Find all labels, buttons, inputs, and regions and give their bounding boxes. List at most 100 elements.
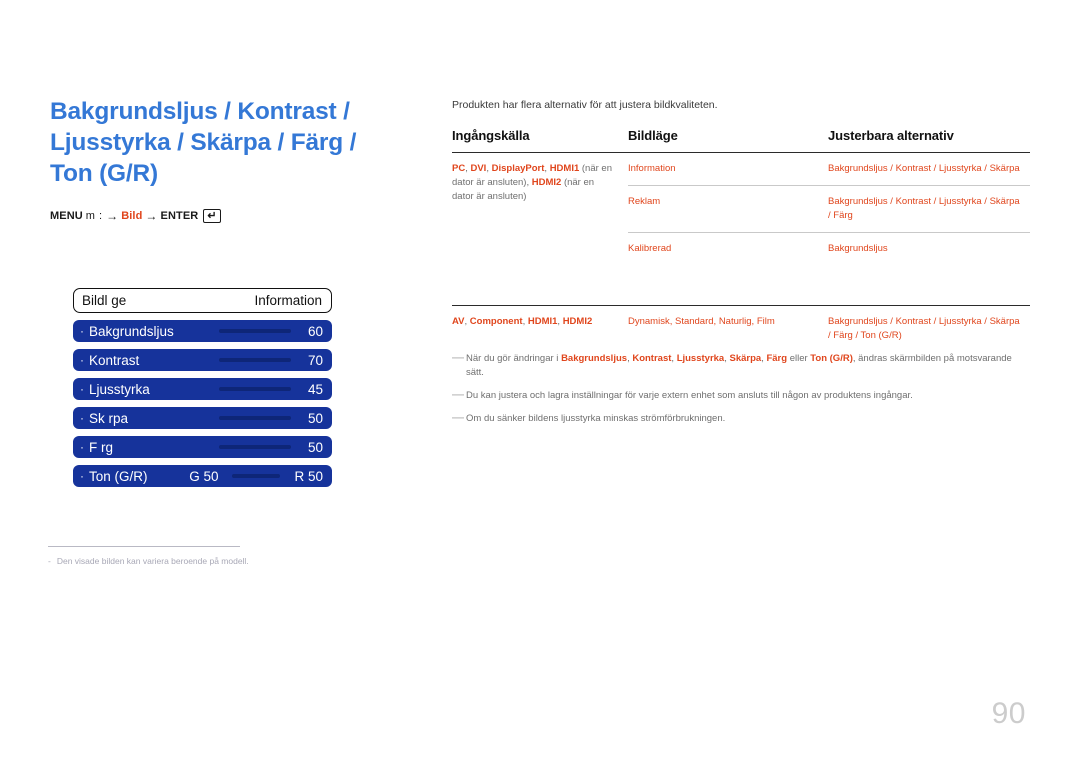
osd-bullet-icon: ·: [80, 411, 84, 425]
osd-slider[interactable]: [219, 445, 291, 449]
table-head: Ingångskälla Bildläge Justerbara alterna…: [452, 128, 1030, 153]
keyword-token: HDMI1: [527, 316, 558, 327]
keyword-token: HDMI1: [549, 163, 580, 174]
plain-token: Du kan justera och lagra inställningar f…: [466, 390, 913, 401]
menu-path: MENU m : → Bild → ENTER ↵: [50, 209, 405, 223]
osd-row-label: Kontrast: [89, 352, 140, 368]
footnote-divider: [48, 546, 240, 547]
osd-row[interactable]: · Ton (G/R) G 50 R 50: [73, 465, 332, 487]
osd-row[interactable]: · F rg 50: [73, 436, 332, 458]
keyword-token: Ton (G/R): [810, 353, 853, 364]
osd-row-value: 70: [307, 352, 323, 368]
keyword-token: DVI: [470, 163, 487, 174]
right-column: Produkten har flera alternativ för att j…: [452, 98, 1030, 352]
osd-header-row: Bildl ge Information: [73, 288, 332, 313]
osd-row-value: 45: [307, 381, 323, 397]
menu-path-menu-label: MENU: [50, 210, 83, 222]
menu-path-target: Bild: [121, 210, 143, 222]
osd-bullet-icon: ·: [80, 469, 84, 483]
manual-page: Bakgrundsljus / Kontrast / Ljusstyrka / …: [0, 0, 1080, 763]
keyword-token: Kontrast: [632, 353, 672, 364]
keyword-token: HDMI2: [562, 316, 593, 327]
note-text: När du gör ändringar i Bakgrundsljus, Ko…: [466, 352, 1032, 380]
keyword-token: Färg: [766, 353, 788, 364]
picture-options-table: Ingångskälla Bildläge Justerbara alterna…: [452, 128, 1030, 352]
note-item: — Om du sänker bildens ljusstyrka minskas…: [452, 410, 1032, 426]
plain-token: eller: [787, 353, 811, 364]
osd-row[interactable]: · Sk rpa 50: [73, 407, 332, 429]
keyword-token: Component: [469, 316, 523, 327]
osd-row-label: Ton (G/R): [89, 468, 148, 484]
osd-slider[interactable]: [219, 387, 291, 391]
keyword-token: PC: [452, 163, 466, 174]
osd-row-list: · Bakgrundsljus 60 · Kontrast 70 · Ljusstyrka 45…: [73, 320, 332, 487]
left-footnote: - Den visade bilden kan variera beroende…: [48, 546, 348, 567]
table-header-row: Ingångskälla Bildläge Justerbara alterna…: [452, 128, 1030, 153]
cell-picture-mode: Information: [628, 152, 828, 186]
column-header-adjustable-options: Justerbara alternativ: [828, 128, 954, 143]
notes-list: — När du gör ändringar i Bakgrundsljus, K…: [452, 350, 1032, 435]
cell-adjustable-options: Bakgrundsljus / Kontrast / Ljusstyrka / …: [828, 305, 1030, 352]
footnote-text-wrap: - Den visade bilden kan variera beroende…: [48, 555, 348, 567]
osd-bullet-icon: ·: [80, 440, 84, 454]
page-title: Bakgrundsljus / Kontrast / Ljusstyrka / …: [50, 98, 357, 187]
osd-bullet-icon: ·: [80, 324, 84, 338]
osd-bullet-icon: ·: [80, 382, 84, 396]
table-row: PC, DVI, DisplayPort, HDMI1 (när en dato…: [452, 152, 1030, 265]
note-dash-icon: —: [452, 387, 464, 401]
note-item: — När du gör ändringar i Bakgrundsljus, K…: [452, 350, 1032, 380]
osd-row-value: 60: [307, 323, 323, 339]
cell-picture-mode: Reklam: [628, 185, 828, 233]
osd-row-label: Ljusstyrka: [89, 381, 150, 397]
enter-key-icon: ↵: [203, 209, 221, 223]
spacer-cell: [452, 265, 1030, 306]
note-dash-icon: —: [452, 350, 464, 364]
osd-row[interactable]: · Kontrast 70: [73, 349, 332, 371]
cell-picture-mode: Dynamisk, Standard, Naturlig, Film: [628, 305, 828, 352]
osd-menu-mockup: Bildl ge Information · Bakgrundsljus 60 · Ko…: [73, 288, 332, 487]
cell-input-source: AV, Component, HDMI1, HDMI2: [452, 305, 628, 352]
note-text: Om du sänker bildens ljusstyrka minskas …: [466, 412, 1032, 426]
keyword-token: Ljusstyrka: [676, 353, 725, 364]
table-body: PC, DVI, DisplayPort, HDMI1 (när en dato…: [452, 152, 1030, 352]
osd-row-label: F rg: [89, 439, 114, 455]
arrow-right-icon: →: [106, 209, 119, 223]
table-group-spacer: [452, 265, 1030, 306]
cell-adjustable-options: Bakgrundsljus: [828, 232, 1030, 265]
column-header-picture-mode: Bildläge: [628, 128, 678, 143]
keyword-token: HDMI2: [531, 177, 562, 188]
footnote-text: Den visade bilden kan variera beroende p…: [56, 556, 249, 566]
note-dash-icon: —: [452, 410, 464, 424]
table-row: AV, Component, HDMI1, HDMI2 Dynamisk, Sta…: [452, 305, 1030, 352]
osd-row-value: R 50: [294, 468, 323, 484]
note-text: Du kan justera och lagra inställningar f…: [466, 389, 1032, 403]
osd-row-value: 50: [307, 439, 323, 455]
cell-picture-mode: Kalibrerad: [628, 232, 828, 265]
osd-slider[interactable]: [219, 329, 291, 333]
osd-row-label: Bakgrundsljus: [89, 323, 174, 339]
osd-row-label: Sk rpa: [89, 410, 129, 426]
osd-slider[interactable]: [219, 358, 291, 362]
menu-path-enter-label: ENTER: [160, 210, 199, 222]
osd-slider[interactable]: [232, 474, 281, 478]
cell-input-source: PC, DVI, DisplayPort, HDMI1 (när en dato…: [452, 152, 628, 265]
menu-path-colon: :: [98, 210, 103, 222]
osd-row-left-value: G 50: [189, 468, 219, 484]
note-item: — Du kan justera och lagra inställningar …: [452, 387, 1032, 403]
arrow-right-icon-2: →: [145, 209, 158, 223]
osd-row[interactable]: · Ljusstyrka 45: [73, 378, 332, 400]
osd-bullet-icon: ·: [80, 353, 84, 367]
menu-path-menu-glyph: m: [85, 210, 96, 222]
osd-row[interactable]: · Bakgrundsljus 60: [73, 320, 332, 342]
left-column: Bakgrundsljus / Kontrast / Ljusstyrka / …: [50, 96, 405, 223]
keyword-token: Bakgrundsljus: [561, 353, 628, 364]
footnote-dash: -: [48, 556, 51, 566]
osd-header-value: Information: [254, 293, 322, 308]
osd-row-value: 50: [307, 410, 323, 426]
intro-paragraph: Produkten har flera alternativ för att j…: [452, 99, 718, 111]
cell-adjustable-options: Bakgrundsljus / Kontrast / Ljusstyrka / …: [828, 185, 1030, 233]
osd-slider[interactable]: [219, 416, 291, 420]
page-number: 90: [991, 697, 1026, 730]
keyword-token: DisplayPort: [491, 163, 545, 174]
keyword-token: Skärpa: [729, 353, 762, 364]
